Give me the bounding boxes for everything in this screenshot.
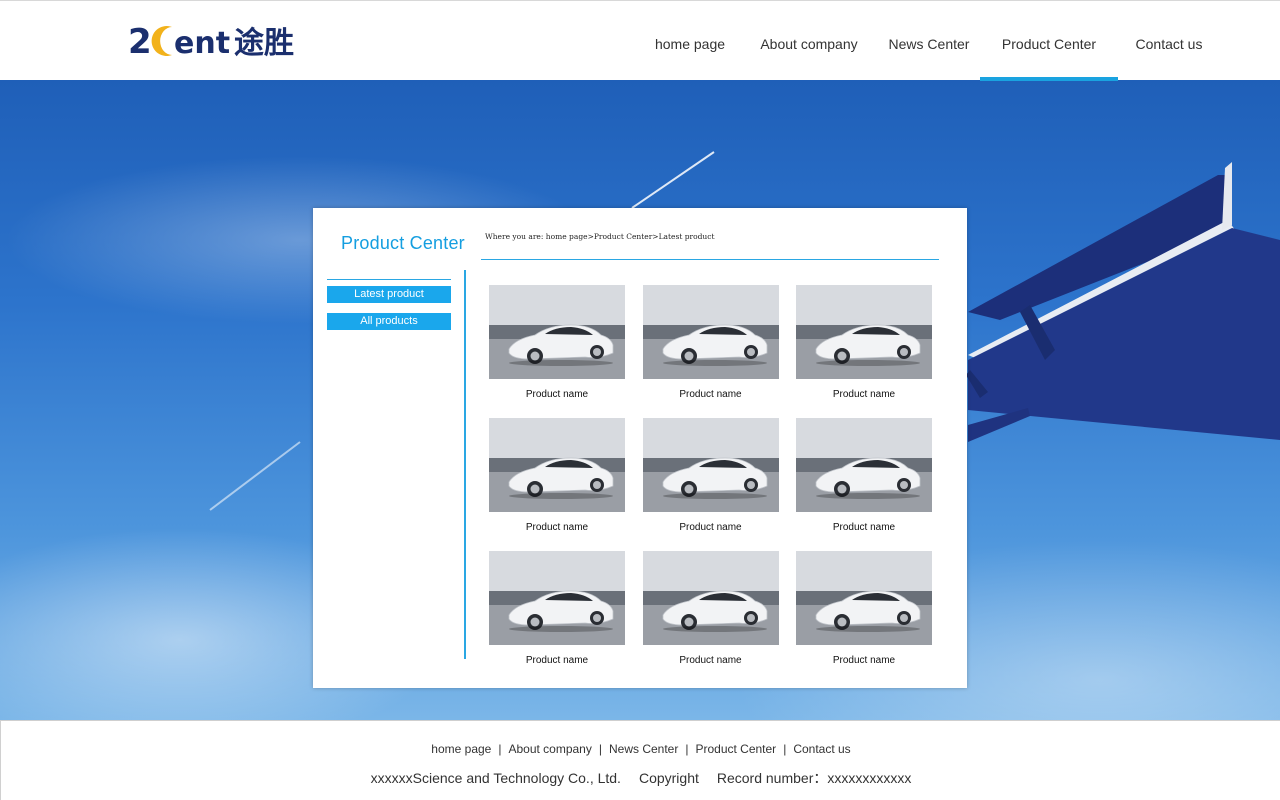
footer-link-home[interactable]: home page bbox=[431, 742, 491, 756]
breadcrumb-prefix: Where you are: bbox=[485, 232, 546, 241]
footer-record-number: Record number：xxxxxxxxxxxx bbox=[716, 770, 912, 786]
product-card[interactable]: Product name bbox=[796, 551, 932, 666]
sidebar-item-all-products[interactable]: All products bbox=[327, 313, 451, 330]
product-image[interactable] bbox=[642, 418, 779, 512]
footer-company: xxxxxxScience and Technology Co., Ltd. bbox=[370, 770, 621, 786]
product-card[interactable]: Product name bbox=[642, 285, 779, 400]
footer-link-about[interactable]: About company bbox=[508, 742, 591, 756]
product-name[interactable]: Product name bbox=[796, 389, 932, 400]
breadcrumb-product-center[interactable]: Product Center bbox=[594, 232, 652, 241]
product-image[interactable] bbox=[489, 551, 625, 645]
sidebar-divider bbox=[464, 270, 466, 659]
footer-links: home page | About company | News Center | Prod… bbox=[1, 742, 1280, 756]
logo-mark: 2 ent 途胜 bbox=[128, 22, 294, 62]
product-name[interactable]: Product name bbox=[643, 522, 779, 533]
footer-copyright-label: Copyright bbox=[638, 770, 699, 786]
product-card[interactable]: Product name bbox=[796, 285, 932, 400]
product-name[interactable]: Product name bbox=[796, 655, 932, 666]
main-nav: home page About company News Center Prod… bbox=[640, 1, 1220, 81]
footer-link-contact[interactable]: Contact us bbox=[793, 742, 850, 756]
sidebar-top-line bbox=[327, 279, 451, 280]
product-name[interactable]: Product name bbox=[796, 522, 932, 533]
product-card[interactable]: Product name bbox=[642, 418, 779, 533]
site-header: 2 ent 途胜 home page About company News Ce… bbox=[0, 0, 1280, 81]
product-image[interactable] bbox=[796, 418, 932, 512]
product-card[interactable]: Product name bbox=[489, 418, 625, 533]
nav-about-company[interactable]: About company bbox=[740, 1, 878, 81]
footer-separator: | bbox=[685, 742, 689, 756]
product-name[interactable]: Product name bbox=[489, 389, 625, 400]
sidebar-item-latest-product[interactable]: Latest product bbox=[327, 286, 451, 303]
product-image[interactable] bbox=[642, 285, 779, 379]
footer-separator: | bbox=[783, 742, 787, 756]
footer-copyright: xxxxxxScience and Technology Co., Ltd. Co… bbox=[1, 768, 1280, 788]
nav-contact-us[interactable]: Contact us bbox=[1118, 1, 1220, 81]
footer-separator: | bbox=[598, 742, 602, 756]
footer-link-news[interactable]: News Center bbox=[609, 742, 678, 756]
panel-title: Product Center bbox=[341, 233, 465, 253]
product-card[interactable]: Product name bbox=[642, 551, 779, 666]
product-name[interactable]: Product name bbox=[643, 389, 779, 400]
svg-text:2: 2 bbox=[128, 22, 152, 62]
nav-news-center[interactable]: News Center bbox=[878, 1, 980, 81]
product-name[interactable]: Product name bbox=[489, 522, 625, 533]
breadcrumb: Where you are: home page>Product Center>… bbox=[485, 232, 714, 241]
nav-product-center[interactable]: Product Center bbox=[980, 1, 1118, 81]
product-name[interactable]: Product name bbox=[489, 655, 625, 666]
svg-text:途胜: 途胜 bbox=[234, 26, 294, 61]
breadcrumb-home[interactable]: home page bbox=[546, 232, 588, 241]
product-name[interactable]: Product name bbox=[643, 655, 779, 666]
breadcrumb-current: Latest product bbox=[658, 232, 715, 241]
nav-home[interactable]: home page bbox=[640, 1, 740, 81]
site-footer: home page | About company | News Center | Prod… bbox=[0, 720, 1280, 800]
svg-text:ent: ent bbox=[174, 26, 230, 61]
product-card[interactable]: Product name bbox=[796, 418, 932, 533]
product-image[interactable] bbox=[489, 285, 625, 379]
product-image[interactable] bbox=[489, 418, 625, 512]
product-card[interactable]: Product name bbox=[489, 285, 625, 400]
product-image[interactable] bbox=[796, 285, 932, 379]
product-image[interactable] bbox=[796, 551, 932, 645]
product-card[interactable]: Product name bbox=[489, 551, 625, 666]
brand-logo[interactable]: 2 ent 途胜 bbox=[128, 19, 308, 63]
product-panel: Product Center Latest product All produc… bbox=[313, 208, 967, 688]
footer-separator: | bbox=[498, 742, 502, 756]
product-image[interactable] bbox=[642, 551, 779, 645]
footer-link-product[interactable]: Product Center bbox=[695, 742, 776, 756]
content-top-line bbox=[481, 259, 939, 260]
